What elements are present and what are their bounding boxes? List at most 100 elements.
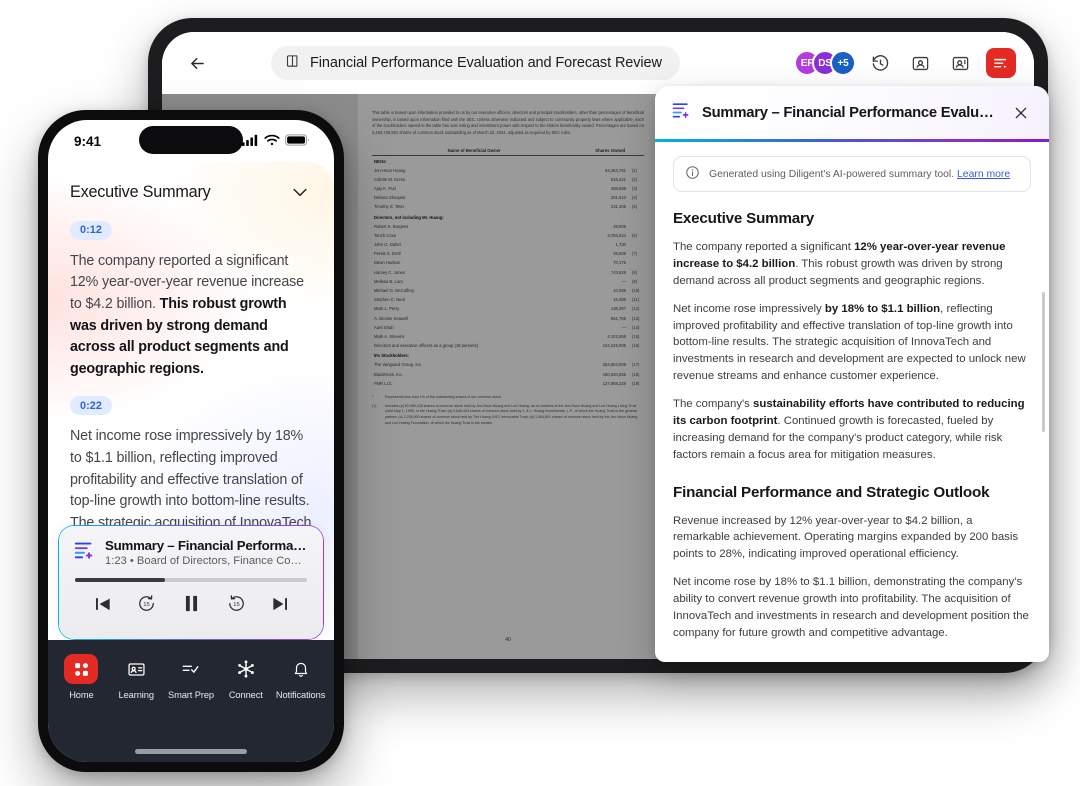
cell-owner: Timothy S. Teter bbox=[374, 204, 405, 210]
nav-item-learning[interactable]: Learning bbox=[109, 654, 164, 700]
phone-status-bar: 9:41 bbox=[48, 120, 334, 162]
cell-owner: Mark L. Perry bbox=[374, 306, 400, 312]
table-row: Aarti Shah — (14) bbox=[372, 323, 644, 332]
cell-shares: 29,909 bbox=[613, 223, 626, 229]
document-footnotes: * Represents less than 1% of the outstand… bbox=[372, 395, 644, 427]
nav-item-home[interactable]: Home bbox=[54, 654, 109, 700]
footnote-marker: (1) bbox=[372, 403, 377, 408]
next-track-button[interactable] bbox=[270, 594, 290, 614]
summary-lines-icon bbox=[671, 100, 691, 125]
cell-footnote-ref bbox=[628, 258, 644, 267]
cell-footnote-ref: (13) bbox=[632, 315, 640, 321]
avatar-overflow[interactable]: +5 bbox=[829, 50, 856, 76]
footnote: (1) Includes (a) 60,485,228 shares of com… bbox=[372, 404, 644, 427]
cell-shares: 743,529 bbox=[610, 269, 626, 275]
learn-more-link[interactable]: Learn more bbox=[957, 169, 1010, 180]
cell-footnote-ref: (1) bbox=[632, 167, 638, 173]
cell-footnote-ref: (15) bbox=[632, 333, 640, 339]
cell-owner: Harvey C. Jones bbox=[374, 269, 405, 275]
timestamp-chip[interactable]: 0:12 bbox=[70, 220, 113, 240]
cell-owner: Stephen C. Neal bbox=[374, 297, 405, 303]
checklist-icon bbox=[174, 654, 208, 684]
cell-footnote-ref bbox=[628, 222, 644, 231]
cell-shares: 204,504,908 bbox=[602, 362, 626, 368]
nav-item-smart-prep[interactable]: Smart Prep bbox=[164, 654, 219, 700]
footnote-marker: * bbox=[372, 394, 374, 399]
chevron-down-icon[interactable] bbox=[288, 180, 312, 204]
ai-notice-text: Generated using Diligent's AI-powered su… bbox=[709, 168, 955, 180]
cell-shares: 104,249,006 bbox=[602, 343, 626, 349]
cell-owner: A. Brooke Seawell bbox=[374, 315, 409, 321]
cell-owner: Aarti Shah bbox=[374, 324, 394, 330]
player-header: Summary – Financial Performa… 1:23 • Boa… bbox=[73, 538, 309, 567]
wifi-icon bbox=[264, 134, 280, 149]
info-icon bbox=[685, 165, 700, 183]
summary-paragraph: Revenue increased by 12% year-over-year … bbox=[673, 513, 1031, 564]
battery-icon bbox=[285, 133, 310, 149]
screenshot-stage: Financial Performance Evaluation and For… bbox=[0, 0, 1080, 786]
document-intro-text: This table is based upon information pro… bbox=[372, 110, 644, 135]
column-header-owner: Name of Beneficial Owner bbox=[372, 145, 577, 156]
cell-shares: 180,530,555 bbox=[602, 371, 626, 377]
nav-item-connect[interactable]: Connect bbox=[218, 654, 273, 700]
previous-track-button[interactable] bbox=[93, 594, 113, 614]
summary-section: Financial Performance and Strategic Outl… bbox=[673, 484, 1031, 642]
summary-scrollbar[interactable] bbox=[1042, 292, 1045, 432]
close-icon[interactable] bbox=[1009, 101, 1033, 125]
emphasis-text: by 18% to $1.1 billion bbox=[824, 302, 941, 315]
table-row: Debora Shoquist 251,610 (4) bbox=[372, 193, 644, 202]
summary-paragraph: The company's sustainability efforts hav… bbox=[673, 396, 1031, 464]
cell-shares: 138,287 bbox=[610, 306, 626, 312]
tablet-actions: EF DS +5 bbox=[793, 48, 1016, 78]
body-text: Net income rose impressively bbox=[673, 302, 825, 315]
table-row: FMR LLC 127,868,229 (19) bbox=[372, 379, 644, 388]
svg-text:15: 15 bbox=[233, 602, 240, 608]
transcript-blocks: 0:12 The company reported a significant 1… bbox=[70, 220, 312, 557]
rewind-15-button[interactable]: 15 bbox=[137, 594, 156, 613]
timestamp-chip[interactable]: 0:22 bbox=[70, 396, 113, 416]
cell-footnote-ref: (9) bbox=[632, 278, 638, 284]
table-header-row: Name of Beneficial Owner Shares Owned bbox=[372, 145, 644, 156]
forward-15-button[interactable]: 15 bbox=[227, 594, 246, 613]
cell-shares: — bbox=[621, 278, 626, 284]
body-text: Revenue increased by 12% year-over-year … bbox=[673, 514, 1019, 561]
cell-shares: 15,386 bbox=[613, 297, 626, 303]
player-progress-track[interactable] bbox=[75, 578, 307, 582]
phone-device: 9:41 Executive Summary 0:12 The company … bbox=[38, 110, 344, 772]
cell-shares: 561,769 bbox=[610, 315, 626, 321]
cell-shares: 127,868,229 bbox=[602, 380, 626, 386]
cell-owner: John O. Dabiri bbox=[374, 242, 401, 248]
summary-card-title: Executive Summary bbox=[70, 182, 211, 201]
book-icon bbox=[285, 54, 300, 73]
summary-panel-content[interactable]: Generated using Diligent's AI-powered su… bbox=[655, 142, 1049, 662]
table-row: Persis S. Drell 28,509 (7) bbox=[372, 249, 644, 258]
cell-owner: Mark A. Stevens bbox=[374, 333, 405, 339]
cell-footnote-ref: (16) bbox=[632, 343, 640, 349]
cell-footnote-ref: (7) bbox=[632, 251, 638, 257]
back-arrow-icon[interactable] bbox=[180, 46, 214, 80]
id-card-icon bbox=[119, 654, 153, 684]
cell-footnote-ref: (5) bbox=[632, 204, 638, 210]
nav-item-notifications[interactable]: Notifications bbox=[273, 654, 328, 700]
summary-icon[interactable] bbox=[985, 48, 1016, 78]
pause-button[interactable] bbox=[180, 592, 203, 615]
table-row: Colette M. Kress 515,421 (2) bbox=[372, 175, 644, 184]
status-indicators bbox=[242, 133, 310, 149]
user-card-add-icon[interactable] bbox=[946, 48, 976, 78]
nav-label-connect: Connect bbox=[228, 690, 263, 700]
history-icon[interactable] bbox=[866, 48, 896, 78]
beneficial-ownership-table: Name of Beneficial Owner Shares Owned NE… bbox=[372, 145, 644, 388]
summary-card-header: Executive Summary bbox=[70, 180, 312, 204]
grid-squares-icon bbox=[64, 654, 99, 684]
document-page-number: 40 bbox=[505, 637, 511, 643]
cell-footnote-ref: (12) bbox=[632, 306, 640, 312]
cell-shares: 231,306 bbox=[610, 204, 626, 210]
summary-lines-icon bbox=[73, 539, 95, 566]
column-header-shares: Shares Owned bbox=[576, 145, 644, 156]
user-card-icon[interactable] bbox=[906, 48, 936, 78]
mini-player: Summary – Financial Performa… 1:23 • Boa… bbox=[58, 525, 324, 640]
cell-owner: Directors and executive officers as a gr… bbox=[374, 343, 478, 349]
home-indicator bbox=[135, 749, 247, 754]
document-title-chip[interactable]: Financial Performance Evaluation and For… bbox=[271, 46, 680, 80]
participant-avatars[interactable]: EF DS +5 bbox=[793, 50, 856, 76]
